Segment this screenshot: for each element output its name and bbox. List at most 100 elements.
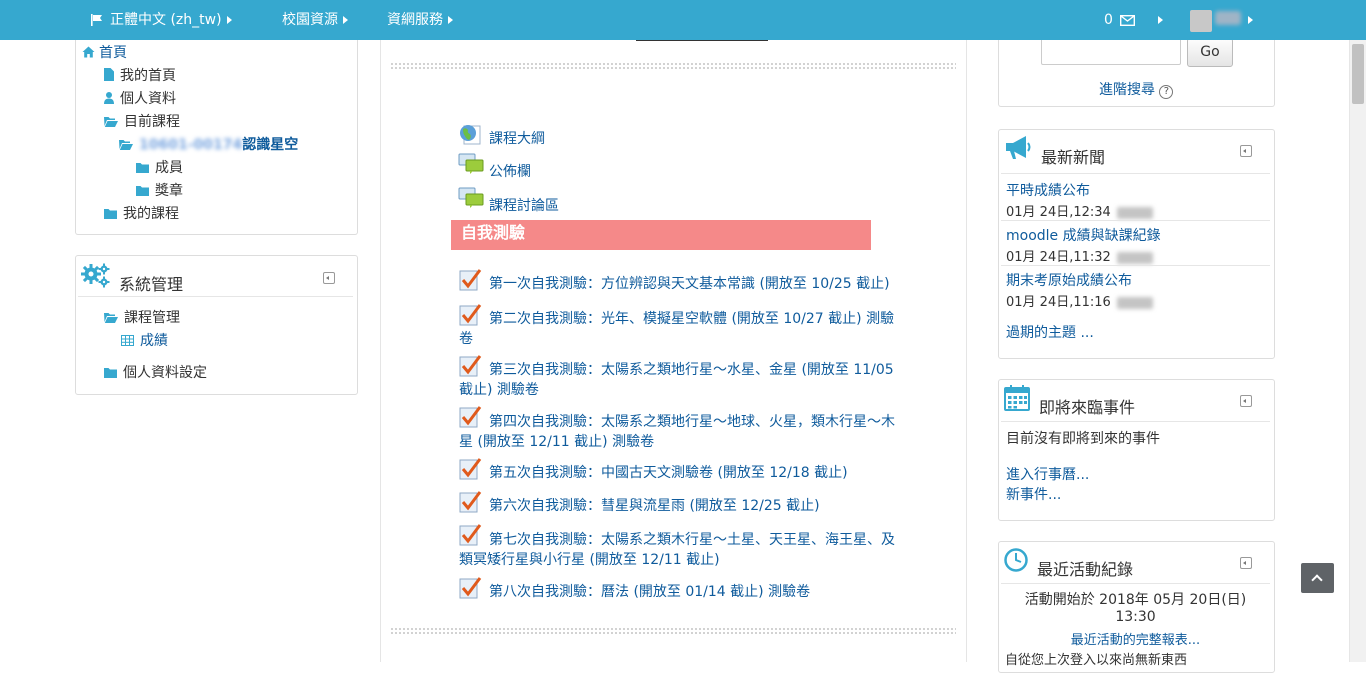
activity-block-title: 最近活動紀錄 [1037, 560, 1134, 579]
nav-course-admin-label: 課程管理 [124, 310, 180, 326]
course-code-blurred: 10601-00174 [139, 137, 243, 153]
news-item-date: 01月 24日,11:32 [1006, 246, 1153, 265]
author-blurred [1116, 206, 1153, 219]
quiz-link-6[interactable]: 第六次自我測驗：彗星與流星雨 (開放至 12/25 截止) [459, 496, 904, 516]
activity-since: 活動開始於 2018年 05月 20日(日) [1024, 592, 1247, 608]
nav-grades-label: 成績 [140, 333, 168, 349]
divider [1001, 173, 1270, 174]
nav-home-label: 首頁 [99, 45, 127, 61]
folder-icon [136, 183, 149, 199]
full-report-link[interactable]: 最近活動的完整報表... [1001, 629, 1270, 648]
news-item-date: 01月 24日,12:34 [1006, 201, 1153, 220]
advanced-search-link[interactable]: 進階搜尋 ? [1099, 79, 1174, 99]
resource-syllabus[interactable]: 課程大綱 [489, 128, 545, 148]
nav-my-courses[interactable]: 我的課程 [104, 203, 179, 223]
new-event-link[interactable]: 新事件... [1006, 484, 1061, 504]
nav-grades[interactable]: 成績 [121, 330, 168, 350]
quiz-link-2[interactable]: 第二次自我測驗：光年、模擬星空軟體 (開放至 10/27 截止) 測驗卷 [459, 309, 904, 349]
network-services-menu[interactable]: 資網服務 [387, 0, 453, 40]
folder-icon [104, 365, 117, 381]
search-go-button[interactable]: Go [1187, 38, 1233, 67]
divider [1001, 421, 1270, 422]
language-label: 正體中文 (zh_tw) [110, 12, 222, 28]
resource-announcements[interactable]: 公佈欄 [489, 161, 531, 181]
campus-label: 校園資源 [282, 12, 338, 28]
nav-current-course[interactable]: 目前課程 [104, 111, 180, 131]
quiz-link-5[interactable]: 第五次自我測驗：中國古天文測驗卷 (開放至 12/18 截止) [459, 463, 904, 483]
file-icon [104, 68, 114, 84]
user-avatar[interactable] [1190, 10, 1212, 32]
campus-resources-menu[interactable]: 校園資源 [282, 0, 348, 40]
nav-my-courses-label: 我的課程 [123, 206, 179, 222]
nav-course-admin[interactable]: 課程管理 [104, 307, 180, 327]
news-block-title: 最新新聞 [1041, 148, 1106, 167]
events-block-title: 即將來臨事件 [1039, 398, 1136, 417]
caret-right-icon [343, 16, 348, 24]
scrollbar-thumb[interactable] [1352, 44, 1364, 104]
divider [1001, 265, 1270, 266]
messages-menu[interactable]: 0 [1104, 0, 1163, 40]
caret-right-icon [226, 16, 232, 24]
envelope-icon [1120, 14, 1136, 26]
top-navbar: 正體中文 (zh_tw) 校園資源 資網服務 0 [0, 0, 1366, 40]
calendar-icon [1004, 385, 1030, 411]
author-blurred [1116, 251, 1153, 264]
older-topics-link[interactable]: 過期的主題 ... [1006, 322, 1094, 342]
folder-open-icon [104, 114, 118, 130]
news-item-date-text: 01月 24日,11:16 [1006, 295, 1111, 310]
nav-participants[interactable]: 成員 [136, 157, 183, 177]
nav-my-home[interactable]: 我的首頁 [104, 65, 176, 85]
quiz-link-1[interactable]: 第一次自我測驗：方位辨認與天文基本常識 (開放至 10/25 截止) [459, 274, 904, 294]
collapse-block-icon[interactable] [323, 272, 335, 284]
folder-open-icon [119, 137, 133, 153]
activity-time: 13:30 [1115, 609, 1156, 625]
nav-badges-label: 獎章 [155, 183, 183, 199]
nav-badges[interactable]: 獎章 [136, 180, 183, 200]
nav-course[interactable]: 10601-00174認識星空 [119, 134, 298, 154]
user-name-blurred [1215, 11, 1241, 25]
collapse-block-icon[interactable] [1240, 395, 1252, 407]
quiz-link-4[interactable]: 第四次自我測驗：太陽系之類地行星～地球、火星，類木行星～木星 (開放至 12/1… [459, 412, 904, 452]
news-item-1[interactable]: 平時成績公布 [1006, 180, 1090, 200]
user-icon [104, 91, 114, 107]
news-item-date-text: 01月 24日,12:34 [1006, 205, 1111, 220]
help-icon[interactable]: ? [1159, 85, 1174, 99]
quiz-link-8[interactable]: 第八次自我測驗：曆法 (開放至 01/14 截止) 測驗卷 [459, 582, 904, 602]
language-menu[interactable]: 正體中文 (zh_tw) [90, 0, 232, 40]
messages-count: 0 [1104, 12, 1113, 28]
dotted-separator [390, 62, 956, 70]
course-name: 認識星空 [242, 137, 299, 153]
advanced-search-label: 進階搜尋 [1099, 82, 1155, 98]
page-scrollbar[interactable] [1349, 40, 1366, 662]
folder-open-icon [104, 310, 118, 326]
folder-icon [136, 160, 149, 176]
news-item-3[interactable]: 期末考原始成績公布 [1006, 270, 1132, 290]
news-item-2[interactable]: moodle 成績與缺課紀錄 [1006, 225, 1161, 245]
nav-profile-settings[interactable]: 個人資料設定 [104, 362, 207, 382]
caret-right-icon [1157, 16, 1163, 24]
caret-right-icon [448, 16, 453, 24]
author-blurred [1116, 296, 1153, 309]
megaphone-icon [1004, 135, 1032, 161]
nav-participants-label: 成員 [155, 160, 183, 176]
news-item-date: 01月 24日,11:16 [1006, 291, 1153, 310]
dotted-separator [390, 627, 956, 635]
resource-discussion[interactable]: 課程討論區 [489, 195, 559, 215]
nav-profile-label: 個人資料 [120, 91, 176, 107]
nav-my-home-label: 我的首頁 [120, 68, 176, 84]
table-icon [121, 333, 134, 349]
collapse-block-icon[interactable] [1240, 145, 1252, 157]
home-icon [82, 45, 95, 61]
back-to-top-button[interactable] [1301, 563, 1334, 593]
clock-icon [1004, 548, 1028, 572]
collapse-block-icon[interactable] [1240, 557, 1252, 569]
nav-home[interactable]: 首頁 [82, 42, 127, 62]
quiz-link-3[interactable]: 第三次自我測驗：太陽系之類地行星～水星、金星 (開放至 11/05 截止) 測驗… [459, 360, 904, 400]
quiz-link-7[interactable]: 第七次自我測驗：太陽系之類木行星～土星、天王星、海王星、及類冥矮行星與小行星 (… [459, 530, 904, 570]
section-title: 自我測驗 [451, 220, 871, 250]
no-events-text: 目前沒有即將到來的事件 [1006, 431, 1160, 447]
search-input[interactable] [1041, 38, 1181, 65]
goto-calendar-link[interactable]: 進入行事曆... [1006, 464, 1089, 484]
nothing-new-text: 自從您上次登入以來尚無新東西 [1005, 653, 1188, 668]
nav-profile[interactable]: 個人資料 [104, 88, 176, 108]
